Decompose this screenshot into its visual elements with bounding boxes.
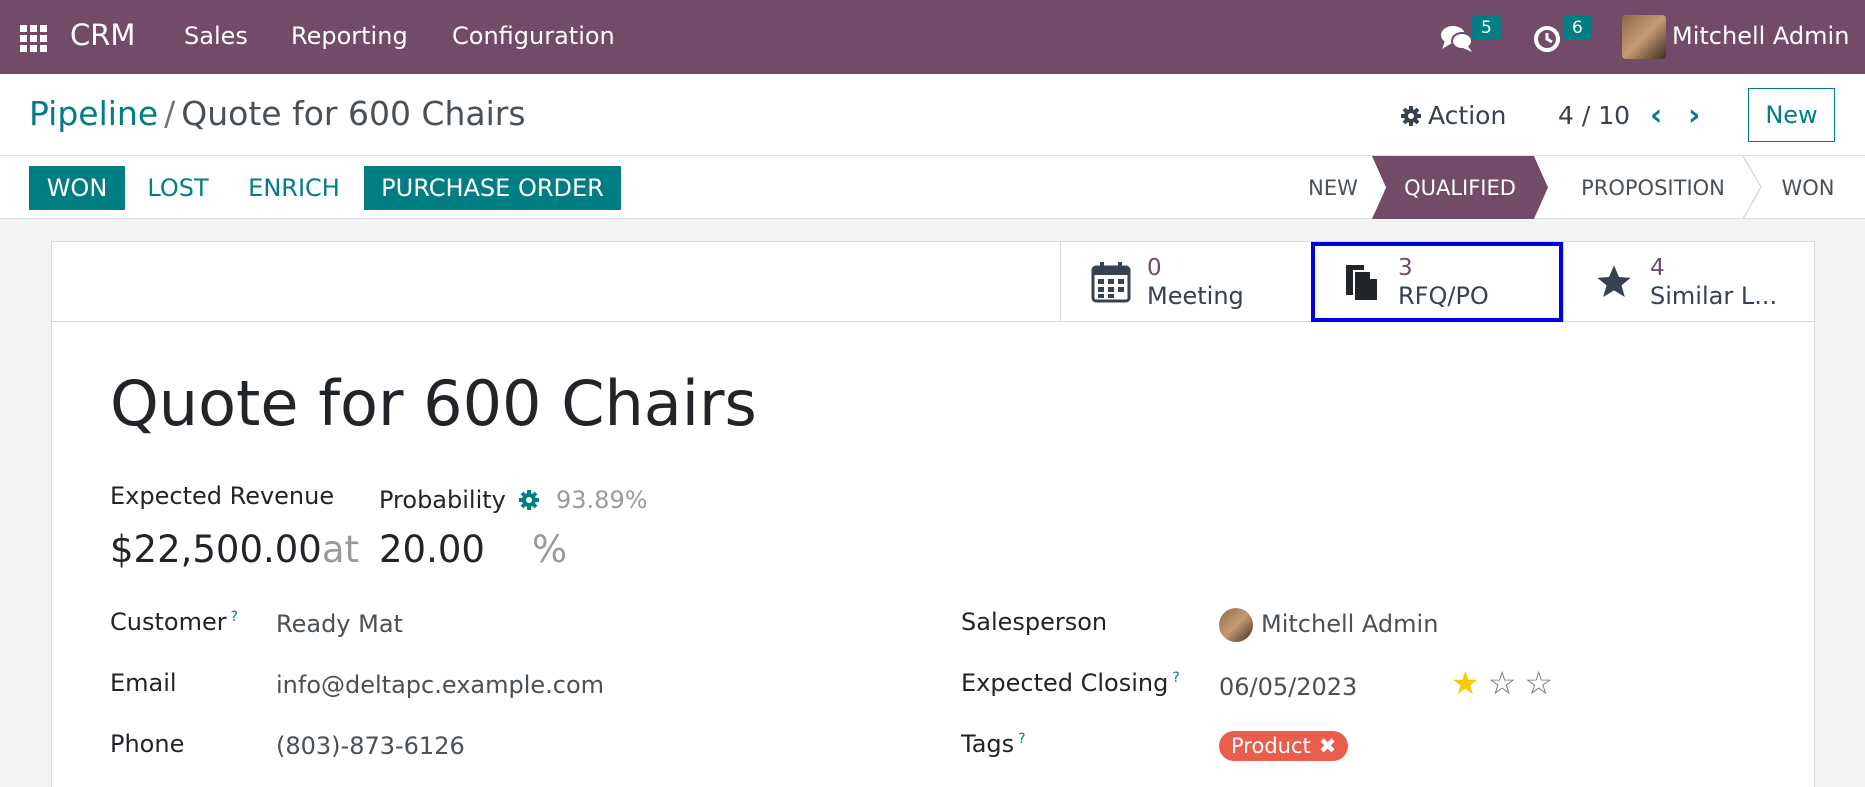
rfq-po-label: RFQ/PO [1398, 282, 1489, 310]
probability-field[interactable]: 20.00 [379, 528, 485, 571]
app-menu-icon[interactable] [20, 25, 48, 52]
breadcrumb: Pipeline / Quote for 600 Chairs [29, 94, 526, 133]
tags-help-icon[interactable]: ? [1018, 731, 1025, 747]
phone-field[interactable]: (803)-873-6126 [276, 732, 465, 760]
salesperson-field[interactable]: Mitchell Admin [1261, 610, 1438, 638]
salesperson-avatar [1219, 608, 1253, 642]
email-label: Email [110, 669, 177, 697]
chat-icon [1441, 26, 1473, 52]
activities-badge: 6 [1563, 16, 1592, 40]
stage-separator [1743, 156, 1762, 219]
customer-label: Customer? [110, 608, 239, 636]
gear-icon [1401, 105, 1421, 126]
breadcrumb-separator: / [164, 94, 176, 133]
similar-leads-smart-button[interactable]: 4 Similar L... [1563, 242, 1815, 322]
rfq-po-count: 3 [1398, 255, 1413, 281]
document-icon [1340, 260, 1384, 304]
new-button[interactable]: New [1748, 88, 1835, 142]
tag-label: Product [1231, 734, 1311, 758]
messages-button[interactable]: 5 [1440, 16, 1504, 56]
expected-revenue-value: $22,500.00 [110, 528, 322, 571]
menu-configuration[interactable]: Configuration [452, 22, 615, 50]
won-button[interactable]: WON [29, 166, 125, 210]
form-sheet: 0 Meeting 3 RFQ/PO 4 Similar L... Quote … [51, 241, 1815, 787]
action-label: Action [1428, 101, 1507, 130]
pager-next-icon[interactable]: › [1688, 98, 1700, 133]
tag-badge: Product ✖ [1219, 731, 1349, 761]
closing-help-icon[interactable]: ? [1172, 670, 1179, 686]
stage-new[interactable]: NEW [1296, 156, 1370, 219]
customer-field[interactable]: Ready Mat [276, 610, 403, 638]
smart-button-bar: 0 Meeting 3 RFQ/PO 4 Similar L... [52, 242, 1814, 322]
meeting-smart-button[interactable]: 0 Meeting [1060, 242, 1312, 322]
priority-star-2-icon[interactable]: ☆ [1488, 667, 1517, 699]
gear-icon[interactable] [518, 489, 540, 511]
lead-title[interactable]: Quote for 600 Chairs [110, 367, 757, 440]
activities-button[interactable]: 6 [1533, 16, 1597, 56]
top-navbar: CRM Sales Reporting Configuration 5 6 Mi… [0, 0, 1865, 74]
tag-remove-icon[interactable]: ✖ [1319, 734, 1337, 758]
email-field[interactable]: info@deltapc.example.com [276, 671, 604, 699]
pager-value[interactable]: 4 / 10 [1558, 101, 1630, 130]
priority-star-1-icon[interactable]: ★ [1451, 667, 1480, 699]
similar-leads-count: 4 [1650, 255, 1665, 281]
expected-closing-field[interactable]: 06/05/2023 [1219, 673, 1357, 701]
phone-label: Phone [110, 730, 185, 758]
automated-probability: 93.89% [556, 486, 648, 514]
menu-sales[interactable]: Sales [184, 22, 248, 50]
messages-badge: 5 [1472, 16, 1501, 40]
tags-label: Tags? [961, 730, 1026, 758]
rfq-po-smart-button[interactable]: 3 RFQ/PO [1311, 242, 1563, 322]
priority-widget: ★ ☆ ☆ [1451, 667, 1553, 699]
stage-won[interactable]: WON [1763, 156, 1853, 219]
priority-star-3-icon[interactable]: ☆ [1524, 667, 1553, 699]
breadcrumb-current: Quote for 600 Chairs [181, 94, 526, 133]
control-panel: Pipeline / Quote for 600 Chairs Action 4 /… [0, 74, 1865, 156]
enrich-button[interactable]: ENRICH [236, 166, 352, 210]
expected-closing-label: Expected Closing? [961, 669, 1180, 697]
lost-button[interactable]: LOST [132, 166, 224, 210]
expected-revenue-label: Expected Revenue [110, 482, 335, 510]
similar-leads-label: Similar L... [1650, 282, 1778, 310]
pager-previous-icon[interactable]: ‹ [1650, 98, 1662, 133]
user-name: Mitchell Admin [1672, 22, 1850, 50]
calendar-icon [1089, 260, 1133, 304]
star-icon [1592, 260, 1636, 304]
expected-revenue-field[interactable]: $22,500.00at [110, 528, 359, 571]
statusbar: WON LOST ENRICH PURCHASE ORDER NEW QUALI… [0, 156, 1865, 219]
action-button[interactable]: Action [1400, 101, 1506, 130]
breadcrumb-pipeline[interactable]: Pipeline [29, 94, 158, 133]
purchase-order-button[interactable]: PURCHASE ORDER [364, 166, 621, 210]
meeting-count: 0 [1147, 255, 1162, 281]
user-menu[interactable]: Mitchell Admin [1622, 14, 1852, 60]
menu-reporting[interactable]: Reporting [291, 22, 408, 50]
at-label: at [321, 528, 360, 571]
salesperson-label: Salesperson [961, 608, 1108, 636]
percent-sign: % [532, 528, 568, 571]
stage-qualified[interactable]: QUALIFIED [1372, 156, 1548, 219]
user-avatar [1622, 15, 1666, 59]
probability-label: Probability [379, 486, 506, 514]
customer-help-icon[interactable]: ? [231, 609, 238, 625]
meeting-label: Meeting [1147, 282, 1244, 310]
clock-icon [1534, 26, 1560, 52]
stage-proposition[interactable]: PROPOSITION [1548, 156, 1758, 219]
app-brand[interactable]: CRM [70, 18, 135, 52]
